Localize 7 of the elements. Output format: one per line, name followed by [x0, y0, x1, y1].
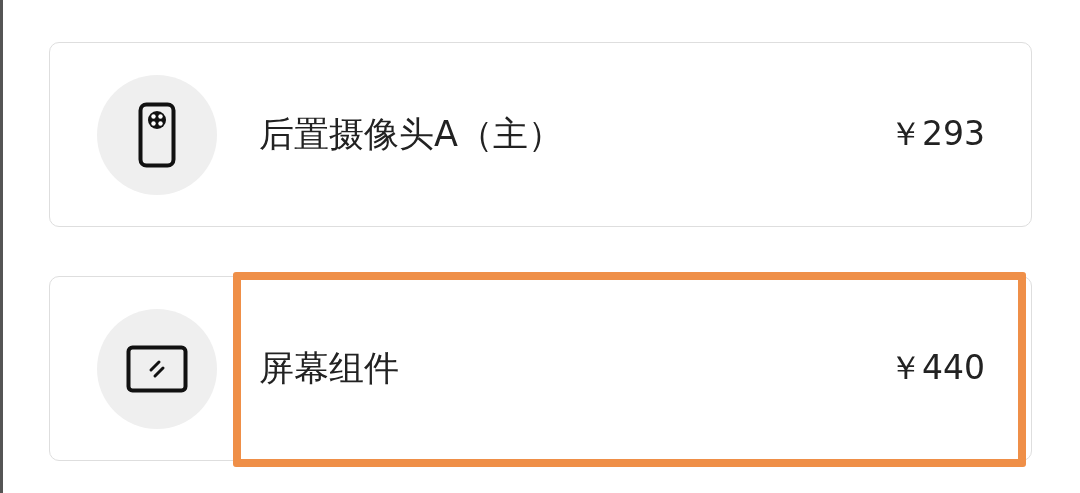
part-name: 屏幕组件: [259, 347, 400, 390]
part-price: ￥293: [889, 113, 985, 155]
part-price: ￥440: [889, 347, 985, 389]
part-card[interactable]: 后置摄像头A（主） ￥293: [49, 42, 1032, 227]
screen-icon: [126, 344, 188, 393]
part-name: 后置摄像头A（主）: [259, 113, 564, 156]
phone-camera-icon: [138, 101, 176, 168]
